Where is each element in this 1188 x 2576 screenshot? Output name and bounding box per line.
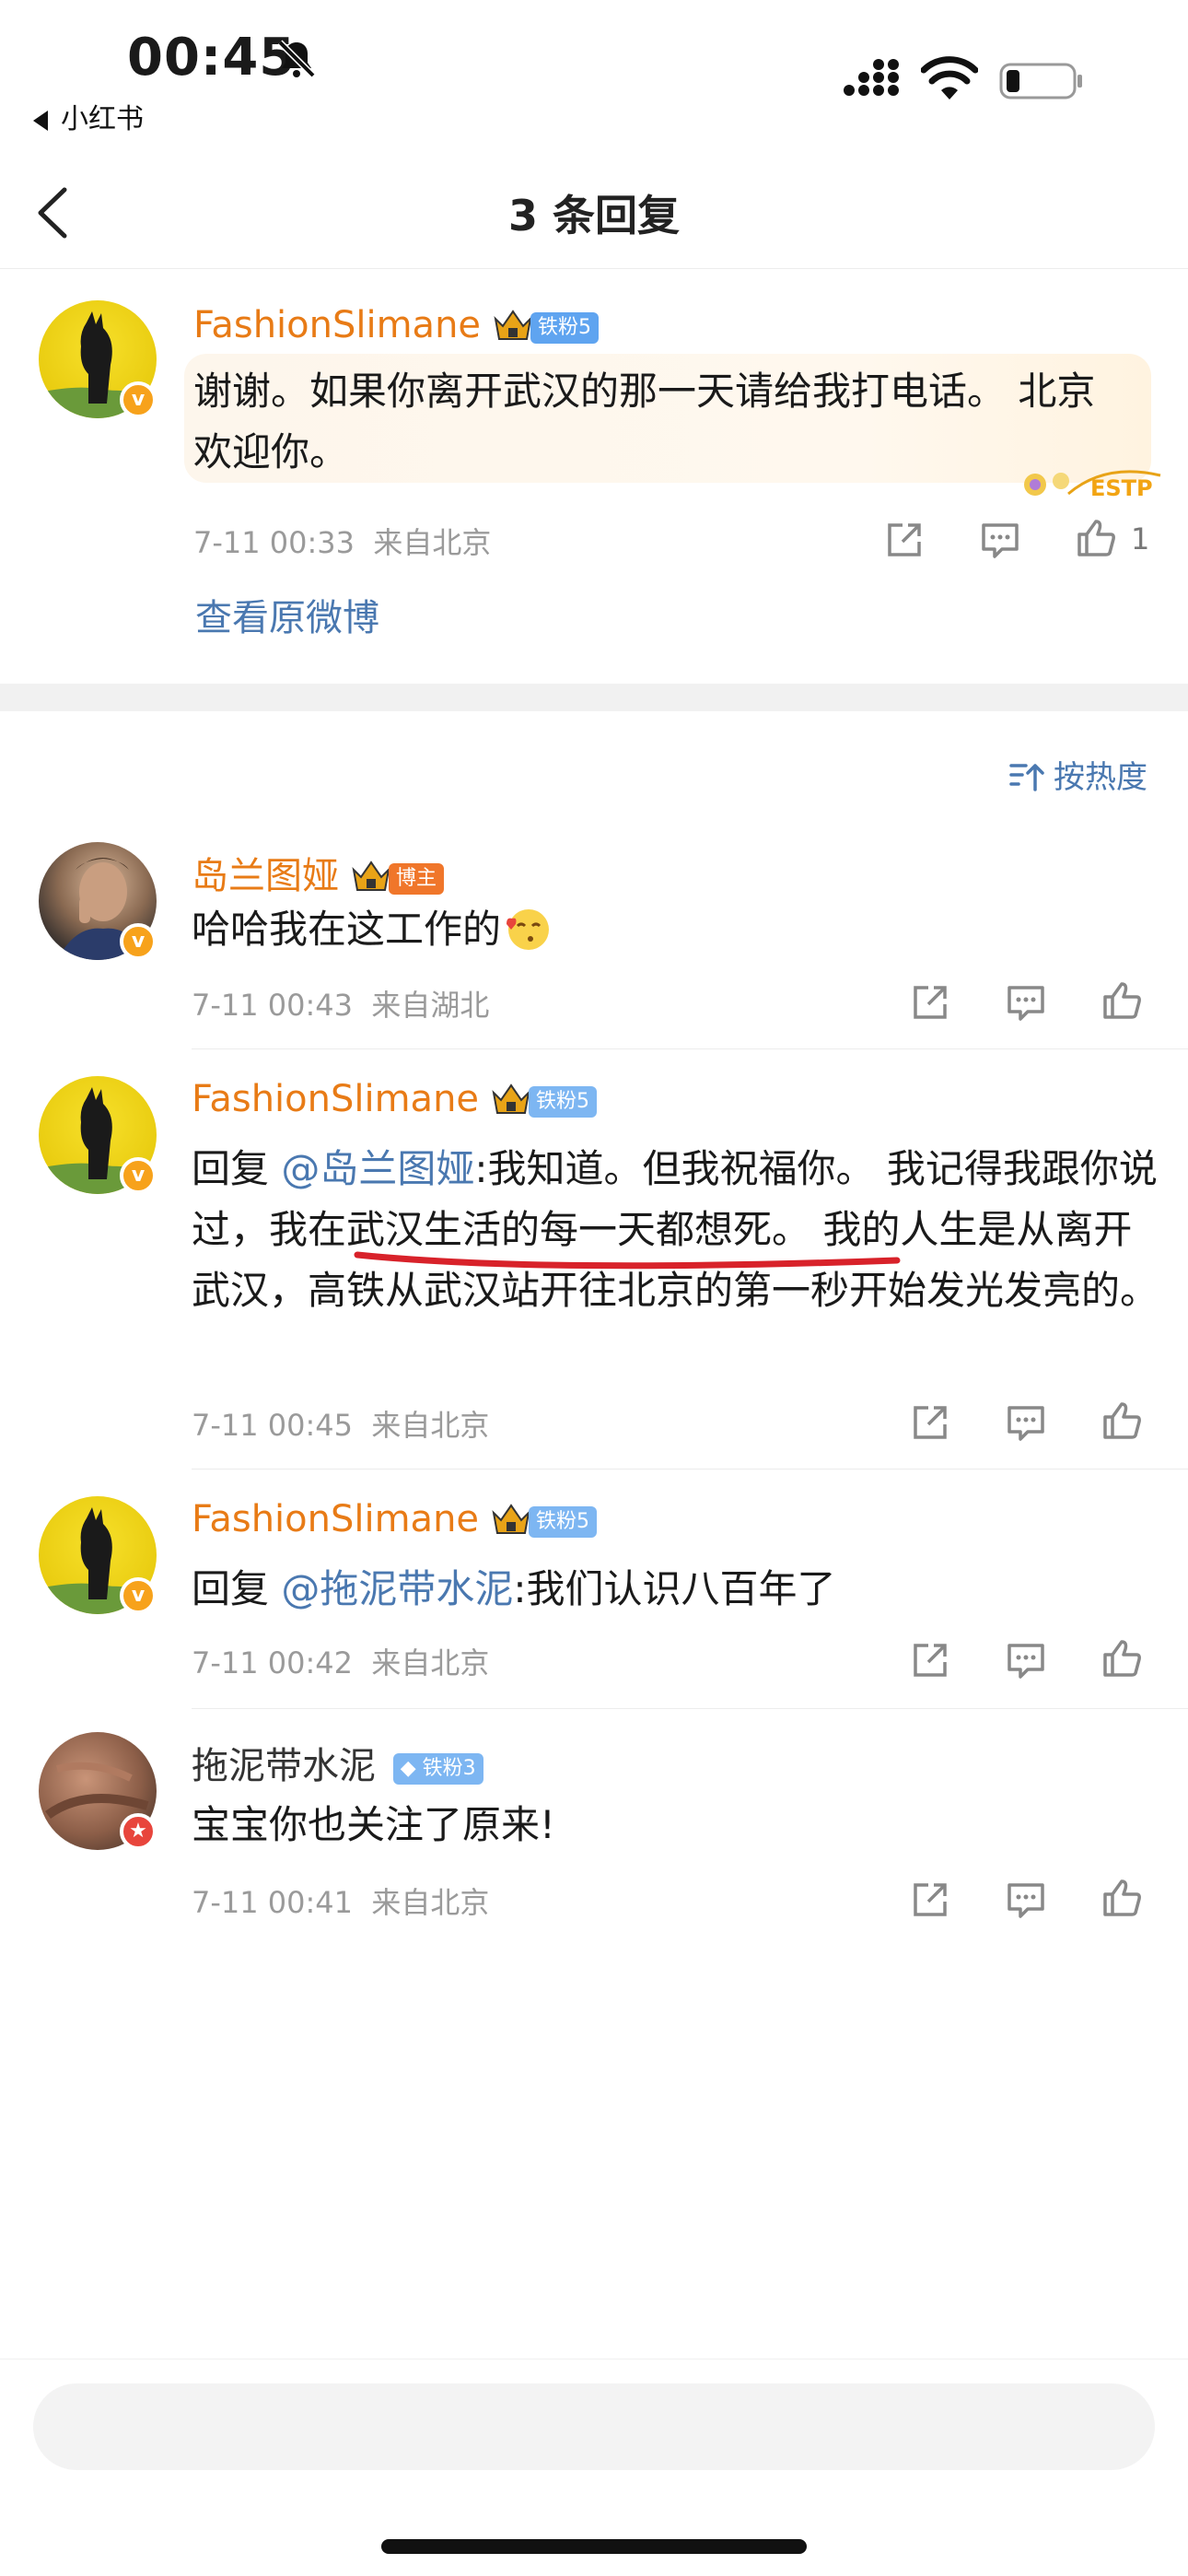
crown-icon (494, 310, 532, 340)
share-icon[interactable] (908, 1878, 952, 1922)
fan-badge: 铁粉5 (529, 1506, 598, 1538)
reply-location: 来自北京 (371, 1408, 490, 1443)
username-text: FashionSlimane (192, 1498, 480, 1540)
sort-icon (1009, 764, 1044, 791)
bell-muted-icon (277, 40, 316, 78)
reply-time: 7-11 00:43 (192, 988, 354, 1023)
comment-time: 7-11 00:33 (193, 525, 355, 560)
main-comment: v FashionSlimane 铁粉5 谢谢。如果你离开武汉的那一天请给我打电话… (0, 269, 1188, 684)
reply-item: v 岛兰图娅 博主 哈哈我在这工作的 7-11 00:43 来自湖北 (0, 829, 1188, 1048)
comment-icon[interactable] (1004, 1638, 1048, 1682)
share-icon[interactable] (908, 1400, 952, 1445)
sort-by-hot-button[interactable]: 按热度 (1007, 752, 1147, 797)
reply-prefix: 回复 (192, 1566, 270, 1611)
like-icon[interactable] (1100, 1399, 1144, 1443)
share-icon[interactable] (908, 1638, 952, 1682)
comment-icon[interactable] (1004, 1400, 1048, 1445)
like-icon[interactable] (1074, 516, 1118, 560)
cellular-signal-icon (844, 59, 899, 96)
reply-location: 来自北京 (371, 1885, 490, 1920)
verified-badge-icon: v (120, 1577, 157, 1614)
username-text: 拖泥带水泥 (192, 1745, 376, 1787)
comment-location: 来自北京 (373, 525, 492, 560)
reply-time: 7-11 00:45 (192, 1408, 354, 1443)
reply-divider (192, 1048, 1188, 1049)
section-divider (0, 684, 1188, 711)
fan-badge: 铁粉5 (530, 312, 600, 344)
crown-icon (352, 861, 390, 891)
username-text: 岛兰图娅 (192, 855, 339, 897)
reply-item: ★ 拖泥带水泥 ◆ 铁粉3 宝宝你也关注了原来! 7-11 00:41 来自北京 (0, 1710, 1188, 1940)
mention-link[interactable]: @拖泥带水泥 (281, 1566, 513, 1611)
red-underline-annotation (354, 1251, 901, 1270)
reply-location: 来自北京 (371, 1645, 490, 1680)
fan-badge-text: 铁粉3 (422, 1757, 476, 1780)
username[interactable]: 拖泥带水泥 ◆ 铁粉3 (192, 1736, 483, 1789)
reply-text-content: :我们认识八百年了 (513, 1566, 836, 1611)
reply-text-content: 哈哈我在这工作的 (192, 907, 502, 952)
back-to-app-link[interactable]: 小红书 (33, 96, 144, 136)
reply-text: 回复 @岛兰图娅:我知道。但我祝福你。 我记得我跟你说过，我在武汉生活的每一天都… (192, 1139, 1159, 1321)
username[interactable]: FashionSlimane 铁粉5 (192, 1078, 598, 1120)
status-bar: 00:45 小红书 (0, 0, 1188, 147)
reply-input-bar (0, 2359, 1188, 2488)
kissing-emoji-icon (507, 909, 550, 950)
reply-meta: 7-11 00:42 来自北京 (192, 1640, 489, 1682)
reply-text: 回复 @拖泥带水泥:我们认识八百年了 (192, 1559, 1159, 1620)
reply-location: 来自湖北 (371, 988, 490, 1023)
reply-meta: 7-11 00:41 来自北京 (192, 1879, 489, 1922)
reply-meta: 7-11 00:43 来自湖北 (192, 982, 489, 1025)
like-icon[interactable] (1100, 978, 1144, 1023)
reply-text: 宝宝你也关注了原来! (192, 1802, 555, 1847)
reply-time: 7-11 00:41 (192, 1885, 354, 1920)
verified-badge-icon: v (120, 1157, 157, 1194)
reply-input-container[interactable] (33, 2383, 1155, 2470)
like-icon[interactable] (1100, 1636, 1144, 1680)
username[interactable]: FashionSlimane 铁粉5 (193, 304, 600, 346)
crown-icon (492, 1083, 530, 1114)
fan-badge: ◆ 铁粉3 (392, 1753, 483, 1785)
mention-link[interactable]: @岛兰图娅 (281, 1146, 474, 1191)
status-time: 00:45 (127, 28, 297, 88)
verified-badge-icon: v (120, 381, 157, 418)
reply-text: 哈哈我在这工作的 (192, 899, 1159, 960)
reply-input[interactable] (33, 2383, 1155, 2470)
crown-icon (492, 1504, 530, 1534)
reply-item: v FashionSlimane 铁粉5 回复 @拖泥带水泥:我们认识八百年了 7… (0, 1470, 1188, 1708)
fan-badge: 铁粉5 (529, 1086, 598, 1118)
like-icon[interactable] (1100, 1876, 1144, 1920)
username[interactable]: FashionSlimane 铁粉5 (192, 1498, 598, 1540)
back-triangle-icon (33, 111, 48, 131)
nav-bar: 3 条回复 (0, 157, 1188, 269)
comment-meta: 7-11 00:33 来自北京 (193, 520, 491, 562)
comment-icon[interactable] (978, 518, 1022, 562)
username-text: FashionSlimane (192, 1078, 480, 1120)
view-original-link[interactable]: 查看原微博 (195, 588, 379, 641)
verified-badge-icon: v (120, 923, 157, 960)
diamond-icon: ◆ (400, 1757, 416, 1780)
page-title: 3 条回复 (507, 191, 681, 240)
blogger-badge: 博主 (389, 863, 445, 895)
share-icon[interactable] (882, 518, 926, 562)
wifi-icon (921, 56, 978, 100)
reply-time: 7-11 00:42 (192, 1645, 354, 1680)
username-text: FashionSlimane (193, 304, 482, 346)
username[interactable]: 岛兰图娅 博主 (192, 846, 445, 899)
home-indicator[interactable] (381, 2539, 807, 2554)
battery-icon (999, 63, 1082, 100)
sort-label: 按热度 (1054, 759, 1147, 796)
like-count: 1 (1131, 521, 1150, 556)
comment-icon[interactable] (1004, 1878, 1048, 1922)
verified-star-badge-icon: ★ (120, 1813, 157, 1850)
estp-sticker-icon: ESTP (1024, 470, 1161, 501)
reply-meta: 7-11 00:45 来自北京 (192, 1402, 489, 1445)
share-icon[interactable] (908, 980, 952, 1025)
back-app-label: 小红书 (61, 103, 144, 135)
comment-text: 谢谢。如果你离开武汉的那一天请给我打电话。 北京欢迎你。 (193, 369, 1096, 474)
comment-icon[interactable] (1004, 980, 1048, 1025)
reply-divider (192, 1708, 1188, 1709)
sticker-text: ESTP (1090, 475, 1153, 501)
reply-prefix: 回复 (192, 1146, 270, 1191)
